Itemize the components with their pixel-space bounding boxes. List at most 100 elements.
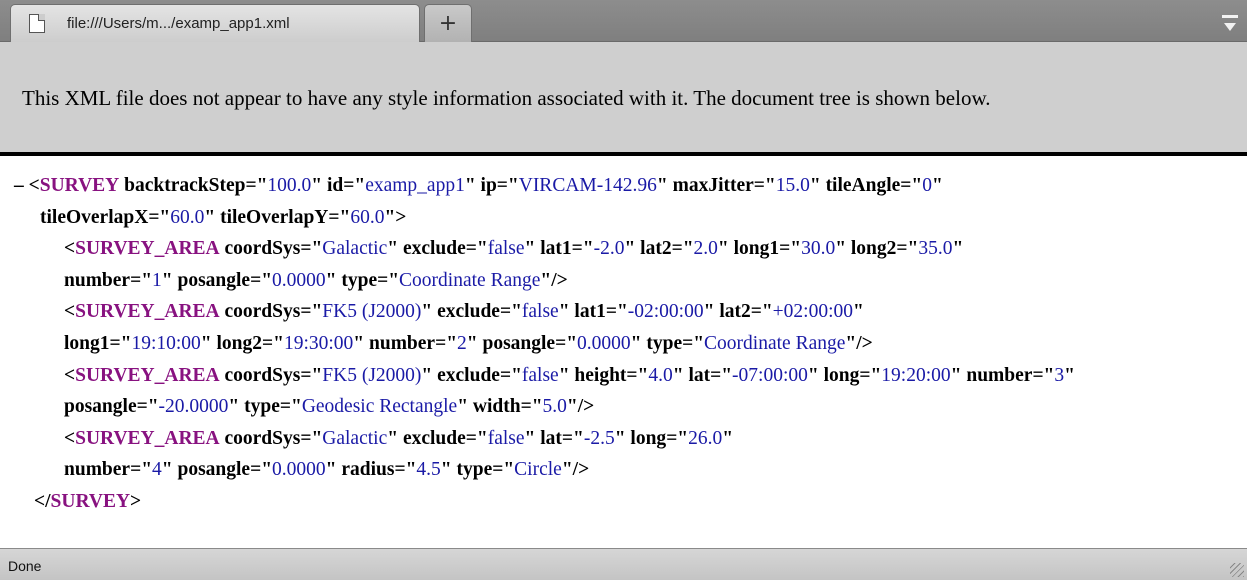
xml-punctuation: "	[952, 238, 964, 260]
xml-punctuation: ="	[148, 206, 171, 228]
xml-punctuation: <	[64, 238, 76, 260]
document-icon	[29, 14, 45, 33]
attribute-value: 2.0	[693, 238, 718, 260]
xml-punctuation: />	[577, 396, 595, 418]
attribute-value: 15.0	[775, 175, 810, 196]
attribute-value: 19:20:00	[881, 364, 951, 386]
status-bar: Done	[0, 548, 1247, 580]
chevron-down-icon	[1224, 23, 1236, 31]
attribute-name: number	[966, 364, 1033, 386]
xml-punctuation: ="	[1032, 364, 1055, 386]
attribute-name: lat1	[574, 301, 606, 323]
attribute-value: -02:00:00	[627, 301, 704, 323]
xml-punctuation: ="	[571, 238, 594, 260]
attribute-value: Geodesic Rectangle	[301, 396, 458, 418]
tag-name: SURVEY	[50, 491, 131, 512]
xml-punctuation: "	[466, 333, 478, 354]
attribute-value: 35.0	[918, 238, 953, 260]
attribute-value: 2	[457, 333, 467, 354]
attribute-name: lat1	[540, 238, 572, 260]
xml-punctuation: >	[130, 491, 142, 512]
attribute-name: lat	[540, 427, 562, 449]
xml-punctuation: "	[561, 459, 573, 481]
attribute-name: coordSys	[224, 301, 301, 323]
xml-punctuation: ="	[130, 269, 153, 291]
attribute-name: tileAngle	[825, 175, 901, 196]
attribute-value: 30.0	[801, 238, 836, 260]
attribute-name: exclude	[402, 238, 466, 260]
attribute-name: posangle	[177, 269, 251, 291]
attribute-value: 4.0	[648, 364, 673, 386]
tab-active[interactable]: file:///Users/m.../examp_app1.xml	[10, 4, 420, 42]
resize-grip[interactable]	[1230, 563, 1244, 577]
xml-punctuation: "	[228, 396, 240, 418]
attribute-value: false	[521, 364, 559, 386]
xml-line: long1="19:10:00" long2="19:30:00" number…	[64, 328, 873, 360]
attribute-name: lat	[688, 364, 711, 386]
attribute-name: long	[630, 427, 667, 449]
attribute-name: exclude	[437, 301, 500, 323]
xml-punctuation: "	[630, 333, 642, 354]
attribute-name: type	[244, 396, 280, 418]
xml-punctuation: ="	[499, 301, 522, 323]
attribute-name: exclude	[437, 364, 500, 386]
info-message: This XML file does not appear to have an…	[22, 86, 991, 110]
attribute-name: ip	[480, 175, 497, 196]
xml-punctuation: ="	[435, 333, 458, 354]
attribute-value: Coordinate Range	[704, 333, 846, 354]
attribute-name: maxJitter	[672, 175, 754, 196]
xml-line: <SURVEY_AREA coordSys="Galactic" exclude…	[64, 423, 733, 455]
attribute-name: coordSys	[224, 427, 301, 449]
xml-punctuation: <	[64, 301, 76, 323]
xml-punctuation: "	[835, 238, 847, 260]
xml-punctuation: ="	[753, 175, 776, 196]
xml-line: </SURVEY>	[34, 486, 141, 518]
xml-punctuation: <	[28, 175, 40, 196]
attribute-value: Galactic	[322, 238, 388, 260]
attribute-name: tileOverlapX	[40, 206, 149, 228]
xml-punctuation: />	[572, 459, 590, 481]
xml-punctuation: ="	[130, 459, 153, 481]
xml-punctuation: ="	[682, 333, 705, 354]
xml-line: <SURVEY_AREA coordSys="FK5 (J2000)" excl…	[64, 360, 1075, 392]
tag-name: SURVEY_AREA	[75, 238, 220, 260]
xml-punctuation: ="	[666, 427, 689, 449]
tag-name: SURVEY_AREA	[75, 364, 220, 386]
xml-punctuation: "	[421, 364, 433, 386]
xml-punctuation: "	[624, 238, 636, 260]
attribute-name: long	[823, 364, 860, 386]
attribute-value: VIRCAM-142.96	[518, 175, 657, 196]
attribute-name: number	[64, 459, 131, 481]
tag-name: SURVEY_AREA	[75, 427, 220, 449]
xml-punctuation: "	[161, 269, 173, 291]
attribute-value: Circle	[514, 459, 562, 481]
xml-punctuation: ="	[279, 396, 302, 418]
xml-punctuation: "	[200, 333, 212, 354]
xml-punctuation: ="	[605, 301, 628, 323]
attribute-name: long1	[733, 238, 780, 260]
xml-punctuation: "	[384, 206, 396, 228]
attribute-name: posangle	[177, 459, 251, 481]
tab-list-button[interactable]	[1219, 12, 1241, 34]
xml-punctuation: "	[722, 427, 734, 449]
attribute-name: height	[574, 364, 627, 386]
new-tab-button[interactable]: +	[424, 4, 472, 42]
xml-punctuation: ="	[136, 396, 159, 418]
attribute-value: 0	[922, 175, 932, 196]
attribute-name: backtrackStep	[124, 175, 246, 196]
xml-punctuation: />	[856, 333, 873, 354]
xml-line: number="4" posangle="0.0000" radius="4.5…	[64, 454, 589, 486]
xml-punctuation: ="	[300, 364, 323, 386]
collapse-toggle[interactable]: –	[14, 175, 24, 196]
attribute-value: 5.0	[542, 396, 567, 418]
attribute-value: 60.0	[350, 206, 385, 228]
xml-line: posangle="-20.0000" type="Geodesic Recta…	[64, 391, 594, 423]
xml-punctuation: ="	[300, 427, 323, 449]
xml-punctuation: "	[845, 333, 857, 354]
xml-line: number="1" posangle="0.0000" type="Coord…	[64, 265, 568, 297]
attribute-name: type	[341, 269, 378, 291]
xml-line: – <SURVEY backtrackStep="100.0" id="exam…	[14, 170, 943, 202]
xml-punctuation: "	[807, 364, 819, 386]
xml-punctuation: </	[34, 491, 51, 512]
xml-punctuation: ="	[626, 364, 649, 386]
